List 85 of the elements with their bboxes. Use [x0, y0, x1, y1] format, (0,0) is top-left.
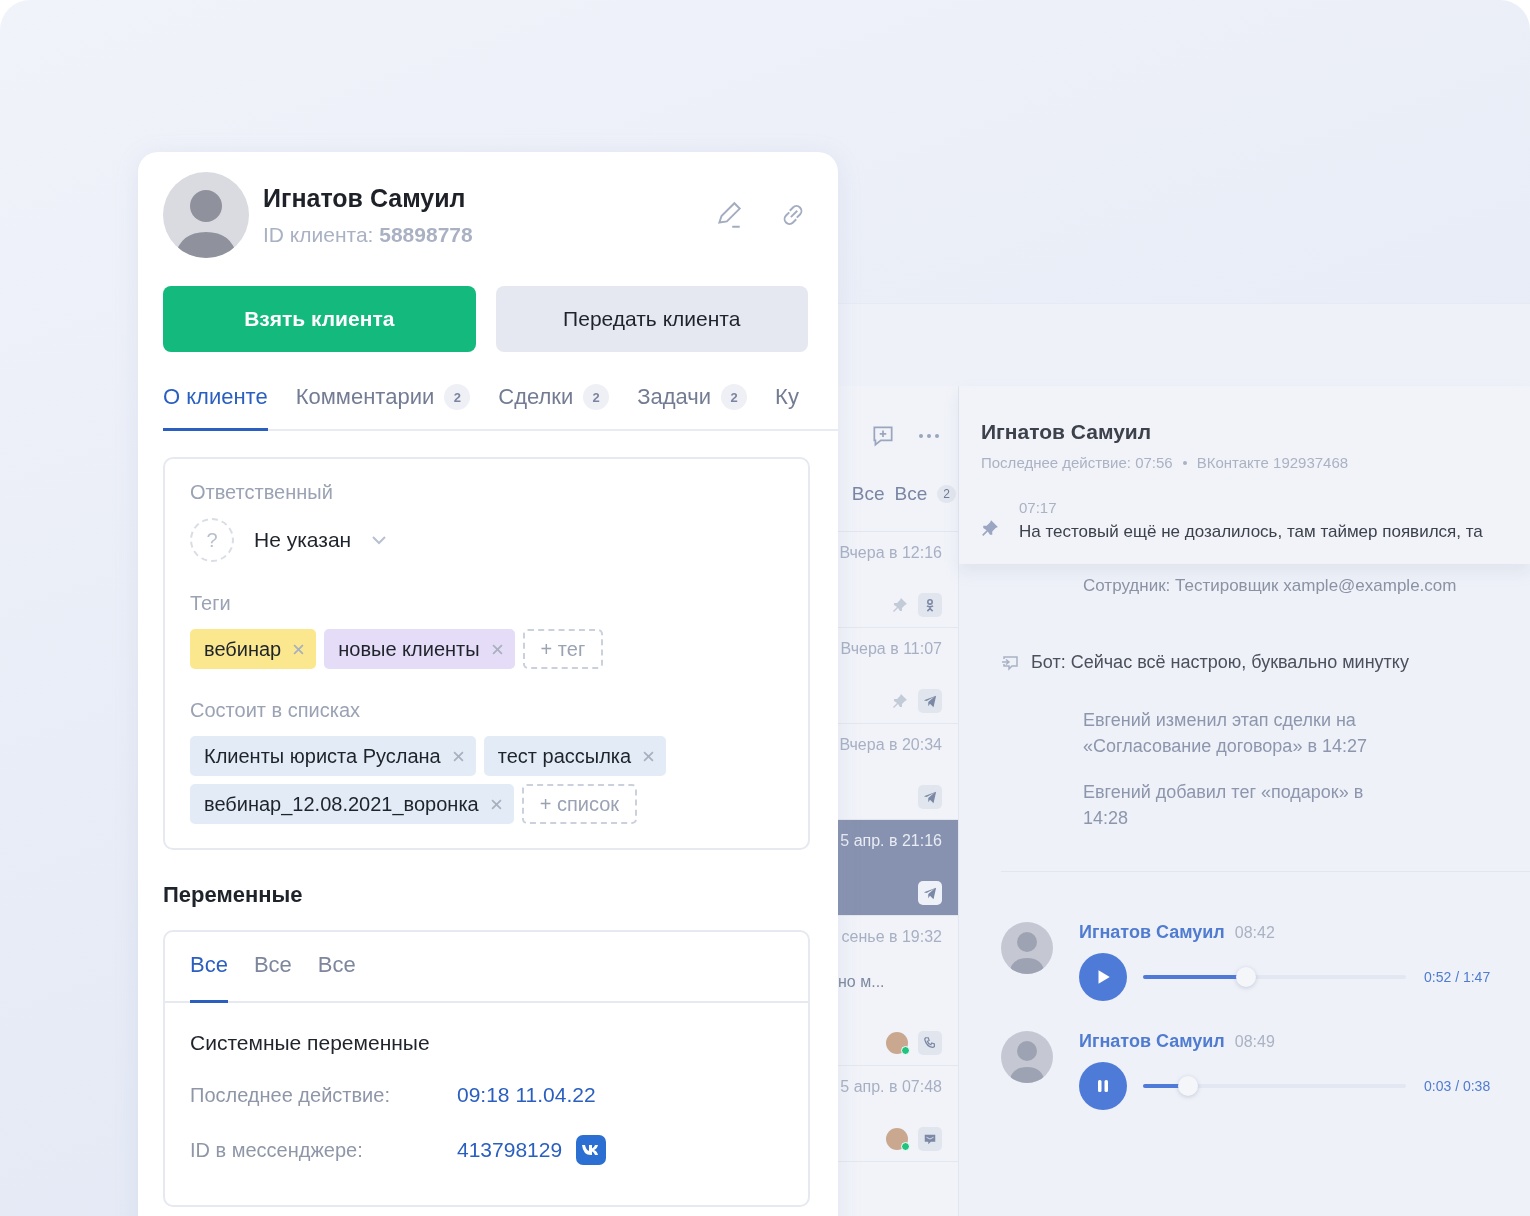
tab[interactable]: Все — [190, 932, 228, 1003]
channel-icon — [918, 881, 942, 905]
audio-duration: 0:03 / 0:38 — [1424, 1078, 1491, 1094]
take-client-button[interactable]: Взять клиента — [163, 286, 476, 352]
count-badge: 2 — [444, 384, 471, 410]
remove-icon[interactable] — [452, 750, 464, 762]
remove-icon[interactable] — [490, 798, 502, 810]
conversation-time: сенье в 19:32 — [841, 928, 942, 946]
conversation-time: 5 апр. в 21:16 — [840, 832, 942, 850]
audio-duration: 0:52 / 1:47 — [1424, 969, 1491, 985]
responsible-dropdown[interactable]: ? Не указан — [190, 518, 783, 562]
channel-icon — [918, 1031, 942, 1055]
section-title: Системные переменные — [190, 1031, 431, 1055]
channel-icon — [918, 593, 942, 617]
system-message: Сотрудник: Тестировщик xample@example.com — [1082, 576, 1458, 596]
tab[interactable]: Ку — [775, 380, 799, 431]
variable-value: 413798129 — [457, 1138, 563, 1162]
conversation-time: 5 апр. в 07:48 — [840, 1078, 942, 1096]
slider-handle[interactable] — [1235, 967, 1256, 987]
remove-icon[interactable] — [491, 643, 503, 655]
tag[interactable]: новые клиенты — [324, 629, 515, 669]
author-name: Игнатов Самуил — [1079, 1031, 1225, 1052]
slider-handle[interactable] — [1177, 1076, 1198, 1096]
chevron-down-icon — [371, 535, 388, 545]
audio-track[interactable] — [1143, 1076, 1406, 1096]
list-chip[interactable]: тест рассылка — [483, 736, 667, 776]
contact-name: Игнатов Самуил — [981, 420, 1153, 444]
transfer-client-button[interactable]: Передать клиента — [495, 286, 808, 352]
filter-tab[interactable]: Все — [894, 482, 928, 505]
pause-button[interactable] — [1079, 1062, 1127, 1110]
audio-track[interactable] — [1143, 967, 1406, 987]
list-chip[interactable]: вебинар_12.08.2021_воронка — [190, 784, 514, 824]
play-button[interactable] — [1079, 953, 1127, 1001]
conversation-time: Вчера в 12:16 — [839, 544, 942, 562]
tag[interactable]: вебинар — [190, 629, 317, 669]
event-message: Евгений добавил тег «подарок» в 14:28 — [1082, 781, 1365, 830]
avatar — [1001, 1031, 1053, 1083]
conversation-time: Вчера в 11:07 — [840, 640, 942, 658]
message-time: 08:49 — [1234, 1033, 1275, 1051]
add-tag-button[interactable]: + тег — [522, 629, 604, 669]
avatar — [1001, 922, 1053, 974]
channel-icon — [918, 689, 942, 713]
channel-icon — [918, 785, 942, 809]
field-label: Состоит в списках — [190, 699, 361, 722]
channel-text: ВКонтакте 192937468 — [1196, 454, 1349, 471]
tab[interactable]: Сделки 2 — [498, 380, 610, 431]
tab[interactable]: Все — [253, 932, 292, 1003]
filter-tab[interactable]: Все — [851, 482, 885, 505]
section-title: Переменные — [163, 882, 304, 908]
tab[interactable]: Все — [317, 932, 356, 1003]
client-name: Игнатов Самуил — [263, 183, 467, 213]
pause-icon — [1095, 1078, 1111, 1094]
add-list-button[interactable]: + список — [521, 784, 638, 824]
more-icon[interactable] — [916, 432, 942, 440]
variable-label: Последнее действие: — [190, 1083, 391, 1107]
remove-icon[interactable] — [293, 643, 305, 655]
conversation-preview: но м... — [838, 972, 885, 991]
count-badge: 2 — [937, 484, 956, 503]
add-comment-icon[interactable] — [870, 423, 896, 449]
count-badge: 2 — [721, 384, 748, 410]
tab[interactable]: Комментарии 2 — [295, 380, 471, 431]
channel-icon — [918, 1127, 942, 1151]
variable-label: ID в мессенджере: — [190, 1138, 364, 1162]
remove-icon[interactable] — [643, 750, 655, 762]
list-chip[interactable]: Клиенты юриста Руслана — [190, 736, 476, 776]
pinned-message: На тестовый ещё не дозалилось, там таймер появился, та — [1019, 522, 1483, 542]
pinned-time: 07:17 — [1019, 499, 1058, 516]
last-action-text: Последнее действие: 07:56 — [981, 454, 1173, 471]
messenger-logo-icon — [576, 1135, 607, 1165]
message-time: 08:42 — [1234, 924, 1275, 942]
tab[interactable]: Задачи 2 — [637, 380, 748, 431]
bot-reply-icon — [1001, 654, 1019, 671]
author-name: Игнатов Самуил — [1079, 922, 1225, 943]
event-message: Евгений изменил этап сделки на «Согласование договора» в 14:27 — [1082, 709, 1368, 758]
client-id: 58898778 — [379, 222, 473, 246]
pin-icon — [981, 518, 999, 537]
client-id-label: ID клиента: — [263, 222, 374, 246]
variable-value: 09:18 11.04.22 — [457, 1083, 596, 1107]
bot-message: Бот: Сейчас всё настрою, буквально минутку — [1031, 652, 1409, 673]
field-label: Ответственный — [190, 481, 334, 504]
conversation-item[interactable]: 5 апр. в 21:16 — [838, 820, 958, 916]
count-badge: 2 — [583, 384, 610, 410]
conversation-time: Вчера в 20:34 — [839, 736, 942, 754]
field-label: Теги — [190, 592, 232, 615]
tab[interactable]: О клиенте — [163, 380, 268, 431]
